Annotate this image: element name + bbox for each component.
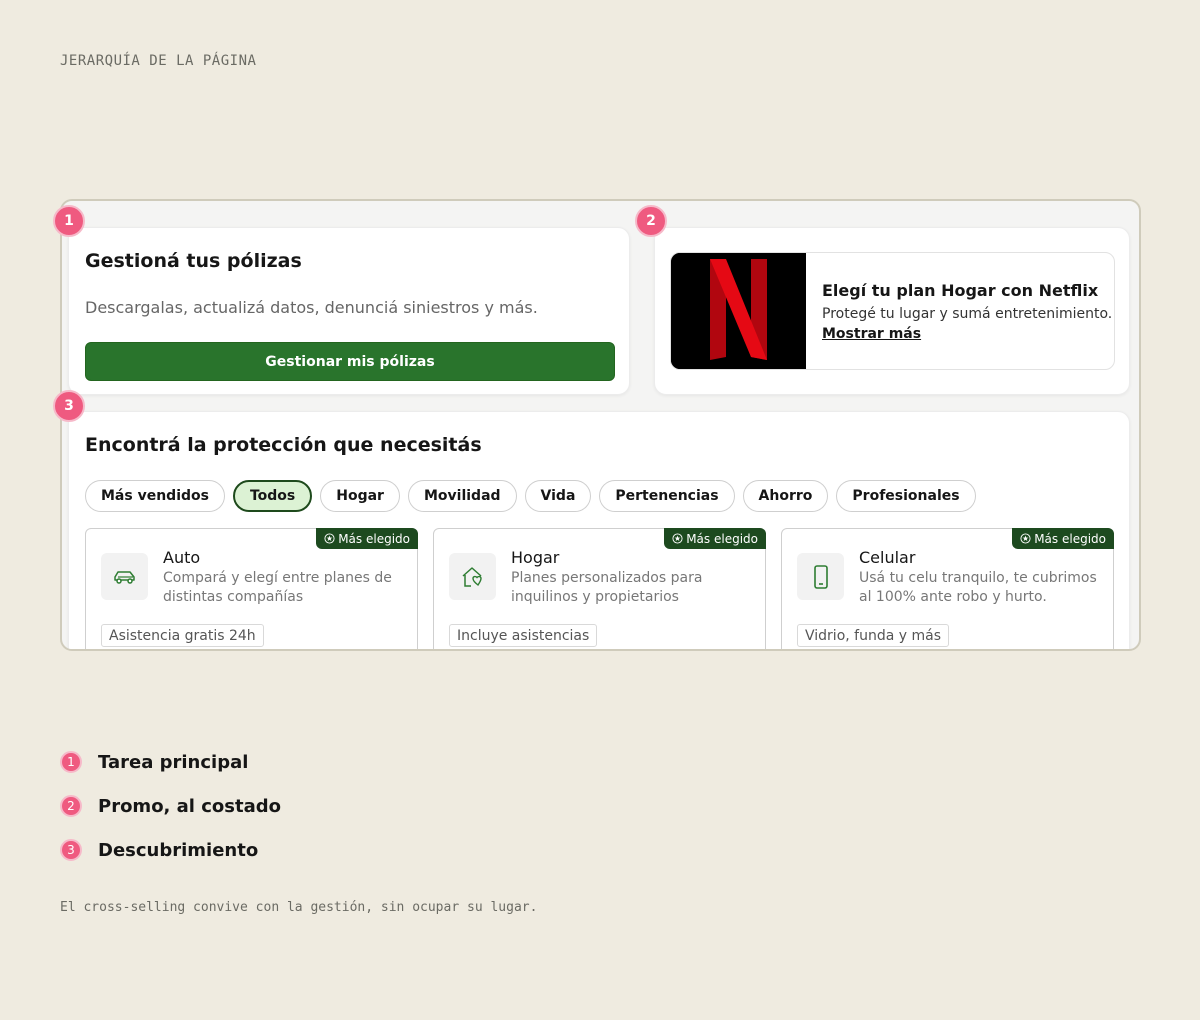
badge-star-icon (1020, 533, 1031, 544)
manage-policies-button[interactable]: Gestionar mis pólizas (85, 342, 615, 381)
manage-policies-card: Gestioná tus pólizas Descargalas, actual… (68, 227, 630, 395)
legend-item: 1 Tarea principal (60, 740, 281, 784)
promo-title: Elegí tu plan Hogar con Netflix (822, 281, 1099, 300)
legend-item: 3 Descubrimiento (60, 828, 281, 872)
legend-label: Descubrimiento (98, 839, 259, 861)
hierarchy-marker-2: 2 (635, 205, 667, 237)
product-card-hogar[interactable]: Más elegido Hogar Planes personalizados … (433, 528, 766, 649)
car-icon (101, 553, 148, 600)
badge-label: Más elegido (1034, 531, 1106, 546)
discover-card: Encontrá la protección que necesitás Más… (68, 411, 1130, 649)
product-description: Planes personalizados para inquilinos y … (511, 570, 703, 605)
badge-star-icon (324, 533, 335, 544)
chip-todos[interactable]: Todos (232, 480, 313, 512)
badge-label: Más elegido (686, 531, 758, 546)
chip-hogar[interactable]: Hogar (320, 480, 400, 512)
hierarchy-marker-1: 1 (53, 205, 85, 237)
eyebrow-label: JERARQUÍA DE LA PÁGINA (60, 53, 257, 69)
product-name: Hogar (511, 548, 560, 567)
badge-label: Más elegido (338, 531, 410, 546)
phone-icon (797, 553, 844, 600)
chip-mas-vendidos[interactable]: Más vendidos (85, 480, 225, 512)
chip-pertenencias[interactable]: Pertenencias (599, 480, 735, 512)
product-tag: Asistencia gratis 24h (101, 624, 264, 647)
promo-card: Elegí tu plan Hogar con Netflix Protegé … (654, 227, 1130, 395)
product-name: Celular (859, 548, 916, 567)
chip-movilidad[interactable]: Movilidad (407, 480, 517, 512)
manage-description: Descargalas, actualizá datos, denunciá s… (85, 298, 538, 317)
home-heart-icon (449, 553, 496, 600)
badge-star-icon (672, 533, 683, 544)
netflix-logo (671, 253, 806, 369)
legend-number: 3 (60, 839, 82, 861)
promo-description: Protegé tu lugar y sumá entretenimiento. (822, 306, 1113, 322)
product-tag: Vidrio, funda y más (797, 624, 949, 647)
hierarchy-marker-3: 3 (53, 390, 85, 422)
chip-ahorro[interactable]: Ahorro (742, 480, 829, 512)
chip-profesionales[interactable]: Profesionales (836, 480, 976, 512)
chip-vida[interactable]: Vida (524, 480, 592, 512)
show-more-link[interactable]: Mostrar más (822, 326, 921, 342)
legend-label: Tarea principal (98, 751, 249, 773)
legend-item: 2 Promo, al costado (60, 784, 281, 828)
product-tag: Incluye asistencias (449, 624, 598, 647)
legend-label: Promo, al costado (98, 795, 281, 817)
product-description: Compará y elegí entre planes de distinta… (163, 570, 392, 605)
product-card-auto[interactable]: Más elegido Auto Compará y elegí entre p… (85, 528, 418, 649)
netflix-promo-banner[interactable]: Elegí tu plan Hogar con Netflix Protegé … (670, 252, 1115, 370)
legend-number: 1 (60, 751, 82, 773)
page-preview: Gestioná tus pólizas Descargalas, actual… (60, 199, 1141, 651)
product-name: Auto (163, 548, 201, 567)
most-chosen-badge: Más elegido (316, 528, 418, 549)
category-chips: Más vendidos Todos Hogar Movilidad Vida … (85, 480, 976, 512)
most-chosen-badge: Más elegido (664, 528, 766, 549)
most-chosen-badge: Más elegido (1012, 528, 1114, 549)
footnote: El cross-selling convive con la gestión,… (60, 900, 538, 915)
product-card-celular[interactable]: Más elegido Celular Usá tu celu tranquil… (781, 528, 1114, 649)
product-description: Usá tu celu tranquilo, te cubrimos al 10… (859, 570, 1097, 605)
manage-title: Gestioná tus pólizas (85, 250, 302, 272)
discover-title: Encontrá la protección que necesitás (85, 434, 482, 456)
legend-number: 2 (60, 795, 82, 817)
hierarchy-legend: 1 Tarea principal 2 Promo, al costado 3 … (60, 740, 281, 872)
